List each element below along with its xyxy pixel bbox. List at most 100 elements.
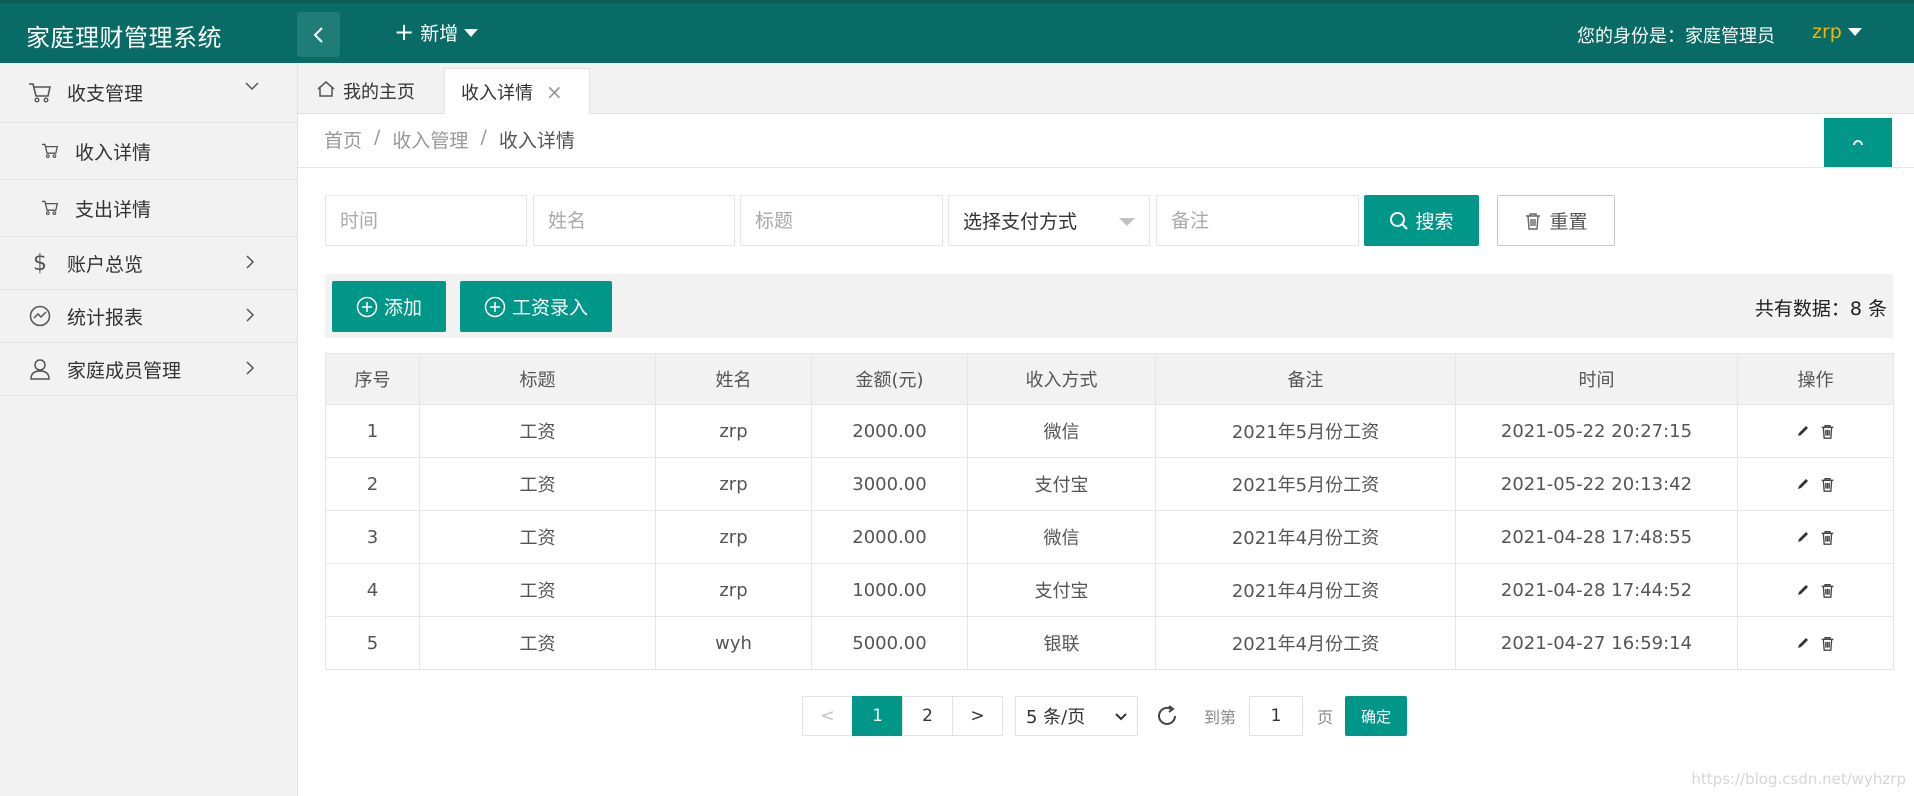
chevron-right-icon	[246, 255, 255, 269]
row-note: 2021年4月份工资	[1155, 616, 1456, 670]
note-input[interactable]	[1156, 195, 1359, 246]
row-time: 2021-05-22 20:27:15	[1455, 404, 1738, 458]
sidebar-item-income-expense[interactable]: 收支管理	[0, 63, 297, 123]
reset-button[interactable]: 重置	[1497, 195, 1615, 246]
edit-icon[interactable]	[1796, 424, 1810, 438]
top-header: 家庭理财管理系统 + 新增 您的身份是：家庭管理员 zrp	[0, 0, 1914, 63]
add-circle-icon	[356, 296, 378, 317]
delete-icon[interactable]	[1820, 424, 1835, 439]
tab-label: 我的主页	[343, 82, 415, 103]
chevron-down-icon	[245, 82, 259, 91]
tab-income-detail[interactable]: 收入详情 ×	[444, 68, 590, 114]
prev-page-button[interactable]: <	[802, 696, 853, 736]
payment-method-select[interactable]: 选择支付方式	[948, 195, 1150, 246]
page-button[interactable]: 1	[852, 696, 903, 736]
caret-down-icon	[464, 28, 479, 37]
edit-icon[interactable]	[1796, 530, 1810, 544]
refresh-icon	[1158, 705, 1176, 725]
search-icon	[1390, 211, 1409, 230]
breadcrumb: 首页 / 收入管理 / 收入详情	[324, 126, 575, 153]
pagination-refresh-button[interactable]	[1154, 703, 1180, 729]
breadcrumb-current: 收入详情	[498, 130, 575, 152]
goto-confirm-button[interactable]: 确定	[1345, 696, 1408, 736]
breadcrumb-income-management[interactable]: 收入管理	[392, 126, 468, 153]
add-button-label: 添加	[383, 297, 422, 319]
search-button-label: 搜索	[1415, 211, 1454, 233]
row-number: 4	[325, 563, 420, 617]
breadcrumb-bar: 首页 / 收入管理 / 收入详情	[298, 114, 1914, 168]
pagination: < 1 2 > 5 条/页 到第 页 确定	[802, 696, 1408, 736]
cart-icon	[40, 198, 60, 218]
table-row: 3 工资 zrp 2000.00 微信 2021年4月份工资 2021-04-28 17:4…	[325, 510, 1894, 564]
sidebar-item-label: 收支管理	[67, 83, 144, 105]
search-button[interactable]: 搜索	[1364, 195, 1479, 246]
name-input[interactable]	[533, 195, 735, 246]
row-amount: 5000.00	[811, 616, 968, 670]
table-row: 4 工资 zrp 1000.00 支付宝 2021年4月份工资 2021-04-28 17:…	[325, 563, 1894, 617]
breadcrumb-home[interactable]: 首页	[324, 126, 362, 153]
table-toolbar: 添加 工资录入 共有数据：8 条	[325, 274, 1893, 338]
income-table: 序号 标题 姓名 金额(元) 收入方式 备注 时间 操作 1 工资 zrp 2000.…	[325, 353, 1894, 670]
add-circle-icon	[484, 296, 506, 317]
chevron-right-icon	[246, 361, 255, 375]
close-icon[interactable]: ×	[546, 80, 563, 104]
column-header: 操作	[1737, 353, 1894, 405]
sidebar-item-account-overview[interactable]: $ 账户总览	[0, 237, 297, 290]
row-actions	[1737, 563, 1894, 617]
edit-icon[interactable]	[1796, 636, 1810, 650]
row-note: 2021年5月份工资	[1155, 457, 1456, 511]
salary-entry-button[interactable]: 工资录入	[460, 281, 612, 332]
row-note: 2021年4月份工资	[1155, 563, 1456, 617]
goto-label: 到第	[1204, 708, 1237, 727]
row-amount: 3000.00	[811, 457, 968, 511]
delete-icon[interactable]	[1820, 583, 1835, 598]
row-title: 工资	[419, 457, 656, 511]
sidebar-item-label: 收入详情	[75, 141, 152, 164]
row-note: 2021年4月份工资	[1155, 510, 1456, 564]
row-time: 2021-05-22 20:13:42	[1455, 457, 1738, 511]
user-dropdown[interactable]: zrp	[1812, 21, 1862, 43]
column-header: 时间	[1455, 353, 1738, 405]
delete-icon[interactable]	[1820, 477, 1835, 492]
total-count: 共有数据：8 条	[1754, 298, 1887, 320]
cart-icon	[27, 80, 53, 106]
row-method: 微信	[967, 510, 1156, 564]
tab-home[interactable]: 我的主页	[316, 68, 415, 114]
edit-icon[interactable]	[1796, 477, 1810, 491]
delete-icon[interactable]	[1820, 530, 1835, 545]
row-method: 微信	[967, 404, 1156, 458]
title-input[interactable]	[740, 195, 943, 246]
breadcrumb-separator: /	[374, 126, 381, 148]
new-dropdown[interactable]: + 新增	[394, 19, 479, 46]
sidebar-item-label: 账户总览	[67, 253, 144, 276]
delete-icon[interactable]	[1820, 636, 1835, 651]
chevron-right-icon	[246, 308, 255, 322]
refresh-icon	[1853, 139, 1863, 145]
app-logo: 家庭理财管理系统	[26, 24, 222, 52]
sidebar-item-family-members[interactable]: 家庭成员管理	[0, 343, 297, 396]
column-header: 姓名	[655, 353, 812, 405]
row-method: 支付宝	[967, 457, 1156, 511]
column-header: 序号	[325, 353, 420, 405]
row-time: 2021-04-28 17:48:55	[1455, 510, 1738, 564]
sidebar-collapse-button[interactable]	[297, 12, 340, 57]
time-input[interactable]	[325, 195, 527, 246]
row-actions	[1737, 457, 1894, 511]
page-button[interactable]: 2	[902, 696, 953, 736]
page-size-select[interactable]: 5 条/页	[1015, 696, 1138, 736]
row-amount: 1000.00	[811, 563, 968, 617]
new-label: 新增	[420, 23, 459, 45]
tab-label: 收入详情	[461, 82, 533, 104]
goto-page-input[interactable]	[1249, 696, 1304, 736]
sidebar-item-label: 支出详情	[75, 198, 152, 221]
sidebar-item-expense-detail[interactable]: 支出详情	[0, 180, 297, 237]
row-title: 工资	[419, 404, 656, 458]
column-header: 备注	[1155, 353, 1456, 405]
page-refresh-button[interactable]	[1824, 118, 1892, 167]
sidebar-item-reports[interactable]: 统计报表	[0, 290, 297, 343]
next-page-button[interactable]: >	[952, 696, 1003, 736]
sidebar: 收支管理 收入详情 支出详情 $ 账户总览 统计报表 家庭成员管理	[0, 63, 298, 796]
add-button[interactable]: 添加	[332, 281, 446, 332]
edit-icon[interactable]	[1796, 583, 1810, 597]
sidebar-item-income-detail[interactable]: 收入详情	[0, 123, 297, 180]
